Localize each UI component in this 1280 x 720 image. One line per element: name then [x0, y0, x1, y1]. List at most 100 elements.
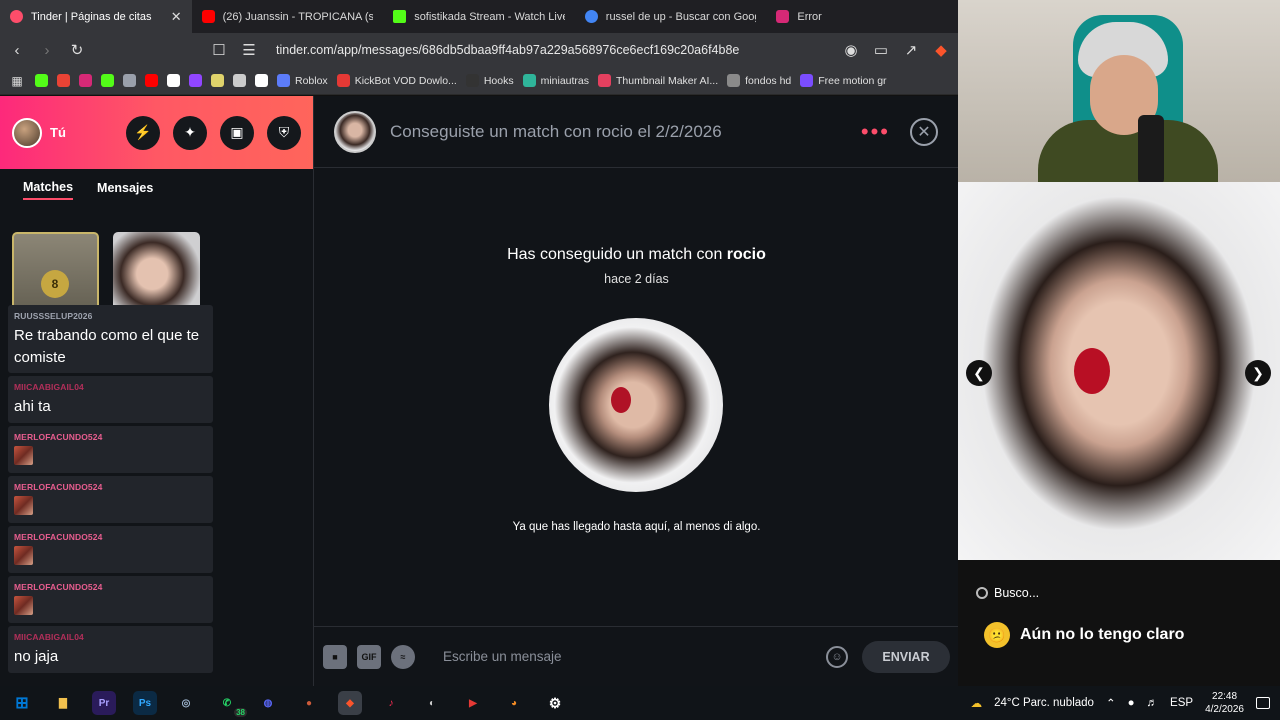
tab-kick[interactable]: sofistikada Stream - Watch Live o: [383, 0, 575, 33]
tab-title: Tinder | Páginas de citas: [31, 10, 152, 23]
bookmark-item[interactable]: [211, 74, 224, 87]
bookmark-free-motion[interactable]: Free motion gr: [800, 74, 887, 87]
tab-tinder[interactable]: Tinder | Páginas de citas ✕: [0, 0, 192, 33]
premiere-icon[interactable]: Pr: [92, 691, 116, 715]
site-settings-icon[interactable]: ☰: [240, 41, 258, 59]
microphone-icon[interactable]: ●: [1128, 697, 1135, 709]
list-item[interactable]: RUUSSSELUP2026 Re trabando como el que t…: [8, 305, 213, 373]
list-item[interactable]: MERLOFACUNDO524: [8, 476, 213, 523]
diamond-icon: [123, 74, 136, 87]
bookmark-item[interactable]: [123, 74, 136, 87]
chevron-up-icon[interactable]: ⌃: [1106, 696, 1116, 710]
language-indicator[interactable]: ESP: [1170, 697, 1193, 709]
back-icon[interactable]: ‹: [8, 42, 26, 59]
message-username: MERLOFACUNDO524: [14, 582, 103, 592]
brave-browser-icon[interactable]: ◆: [338, 691, 362, 715]
forward-icon[interactable]: ›: [38, 42, 56, 59]
tab-mensajes[interactable]: Mensajes: [97, 181, 153, 199]
search-icon: [976, 587, 988, 599]
motion-icon: [800, 74, 814, 87]
list-item[interactable]: MIICAABIGAIL04 no jaja: [8, 626, 213, 673]
profile-label[interactable]: Tú: [50, 125, 66, 140]
bookmark-hooks[interactable]: Hooks: [465, 74, 514, 87]
app-icon[interactable]: ●: [297, 691, 321, 715]
brave-shield-icon[interactable]: ◆: [932, 41, 950, 59]
profile-avatar[interactable]: [12, 117, 42, 148]
clock[interactable]: 22:48 4/2/2026: [1205, 690, 1244, 716]
notifications-icon[interactable]: [1256, 697, 1270, 709]
url-field[interactable]: tinder.com/app/messages/686db5dbaa9ff4ab…: [270, 43, 830, 57]
list-item[interactable]: MERLOFACUNDO524: [8, 576, 213, 623]
bookmark-icon[interactable]: ☐: [210, 41, 228, 59]
media-player-icon[interactable]: ▶: [461, 691, 485, 715]
clock-date: 4/2/2026: [1205, 704, 1244, 715]
spotify-icon[interactable]: ≈: [391, 644, 415, 669]
fl-studio-icon[interactable]: ◕: [502, 691, 526, 715]
kick-favicon: [393, 10, 407, 23]
boost-icon[interactable]: ⚡: [126, 115, 160, 150]
message-preview: no jaja: [14, 648, 59, 665]
bookmark-item[interactable]: [57, 74, 70, 87]
chat-panel: Conseguiste un match con rocio el 2/2/20…: [313, 96, 959, 686]
bookmark-kickbot[interactable]: KickBot VOD Dowlo...: [336, 74, 457, 87]
tiktok-icon[interactable]: ♪: [379, 691, 403, 715]
bookmark-item[interactable]: [255, 74, 268, 87]
bookmark-item[interactable]: [167, 74, 180, 87]
weather-icon[interactable]: ☁: [971, 696, 983, 710]
file-explorer-icon[interactable]: ▇: [51, 691, 75, 715]
likes-count-badge: 8: [41, 270, 69, 298]
cast-icon[interactable]: ▭: [872, 41, 890, 59]
tab-google[interactable]: russel de up - Buscar con Google: [575, 0, 767, 33]
safety-shield-icon[interactable]: ⛨: [267, 115, 301, 150]
reload-icon[interactable]: ↻: [68, 41, 86, 59]
photoshop-icon[interactable]: Ps: [133, 691, 157, 715]
message-username: RUUSSSELUP2026: [14, 311, 93, 321]
gif-icon[interactable]: GIF: [357, 644, 381, 669]
bookmark-miniautras[interactable]: miniautras: [522, 74, 590, 87]
bookmark-item[interactable]: [79, 74, 92, 87]
previous-photo-icon[interactable]: ❮: [966, 360, 992, 386]
discord-icon[interactable]: ◍: [256, 691, 280, 715]
contact-card-icon[interactable]: ■: [323, 644, 347, 669]
list-item[interactable]: MERLOFACUNDO524: [8, 426, 213, 473]
settings-gear-icon[interactable]: ⚙: [543, 691, 567, 715]
briefcase-icon[interactable]: ▣: [220, 115, 254, 150]
location-icon[interactable]: ◉: [842, 41, 860, 59]
tab-matches[interactable]: Matches: [23, 180, 74, 200]
match-time-ago: hace 2 días: [604, 272, 669, 286]
message-image-thumbnail: [14, 446, 33, 465]
bookmark-label: miniautras: [540, 74, 590, 87]
next-photo-icon[interactable]: ❯: [1245, 360, 1271, 386]
explore-compass-icon[interactable]: ✦: [173, 115, 207, 150]
system-tray: ☁ 24°C Parc. nublado ⌃ ● ♬ ESP 22:48 4/2…: [971, 690, 1270, 716]
volume-icon[interactable]: ♬: [1147, 697, 1159, 709]
steam-icon[interactable]: ◎: [174, 691, 198, 715]
more-options-icon[interactable]: •••: [861, 119, 890, 145]
match-avatar[interactable]: [334, 110, 376, 153]
tab-youtube[interactable]: (26) Juanssin - TROPICANA (shot @a: [192, 0, 384, 33]
bookmark-roblox[interactable]: Roblox: [277, 74, 328, 87]
apps-grid-icon[interactable]: ▦: [8, 74, 26, 88]
send-button[interactable]: ENVIAR: [862, 640, 950, 673]
close-chat-icon[interactable]: ✕: [910, 117, 938, 146]
windows-start-icon[interactable]: ⊞: [10, 691, 34, 715]
bookmark-item[interactable]: [233, 74, 246, 87]
list-item[interactable]: MIICAABIGAIL04 ahi ta: [8, 376, 213, 423]
weather-text[interactable]: 24°C Parc. nublado: [994, 697, 1094, 709]
share-icon[interactable]: ↗: [902, 41, 920, 59]
list-item[interactable]: MERLOFACUNDO524: [8, 526, 213, 573]
bookmark-item[interactable]: [35, 74, 48, 87]
emoji-icon[interactable]: ☺: [826, 645, 848, 668]
match-profile-photo[interactable]: [549, 318, 723, 492]
whatsapp-icon[interactable]: ✆ 38: [215, 691, 247, 717]
bookmark-fondos-hd[interactable]: fondos hd: [727, 74, 791, 87]
bookmark-label: Roblox: [295, 74, 328, 87]
bookmark-item[interactable]: [101, 74, 114, 87]
bookmark-item[interactable]: [145, 74, 158, 87]
tab-instagram[interactable]: Error: [766, 0, 958, 33]
bookmark-thumbnail-maker[interactable]: Thumbnail Maker AI...: [598, 74, 718, 87]
message-input[interactable]: Escribe un mensaje: [443, 649, 816, 664]
obs-icon[interactable]: ◐: [420, 691, 444, 715]
close-tab-icon[interactable]: ✕: [171, 9, 182, 25]
bookmark-item[interactable]: [189, 74, 202, 87]
